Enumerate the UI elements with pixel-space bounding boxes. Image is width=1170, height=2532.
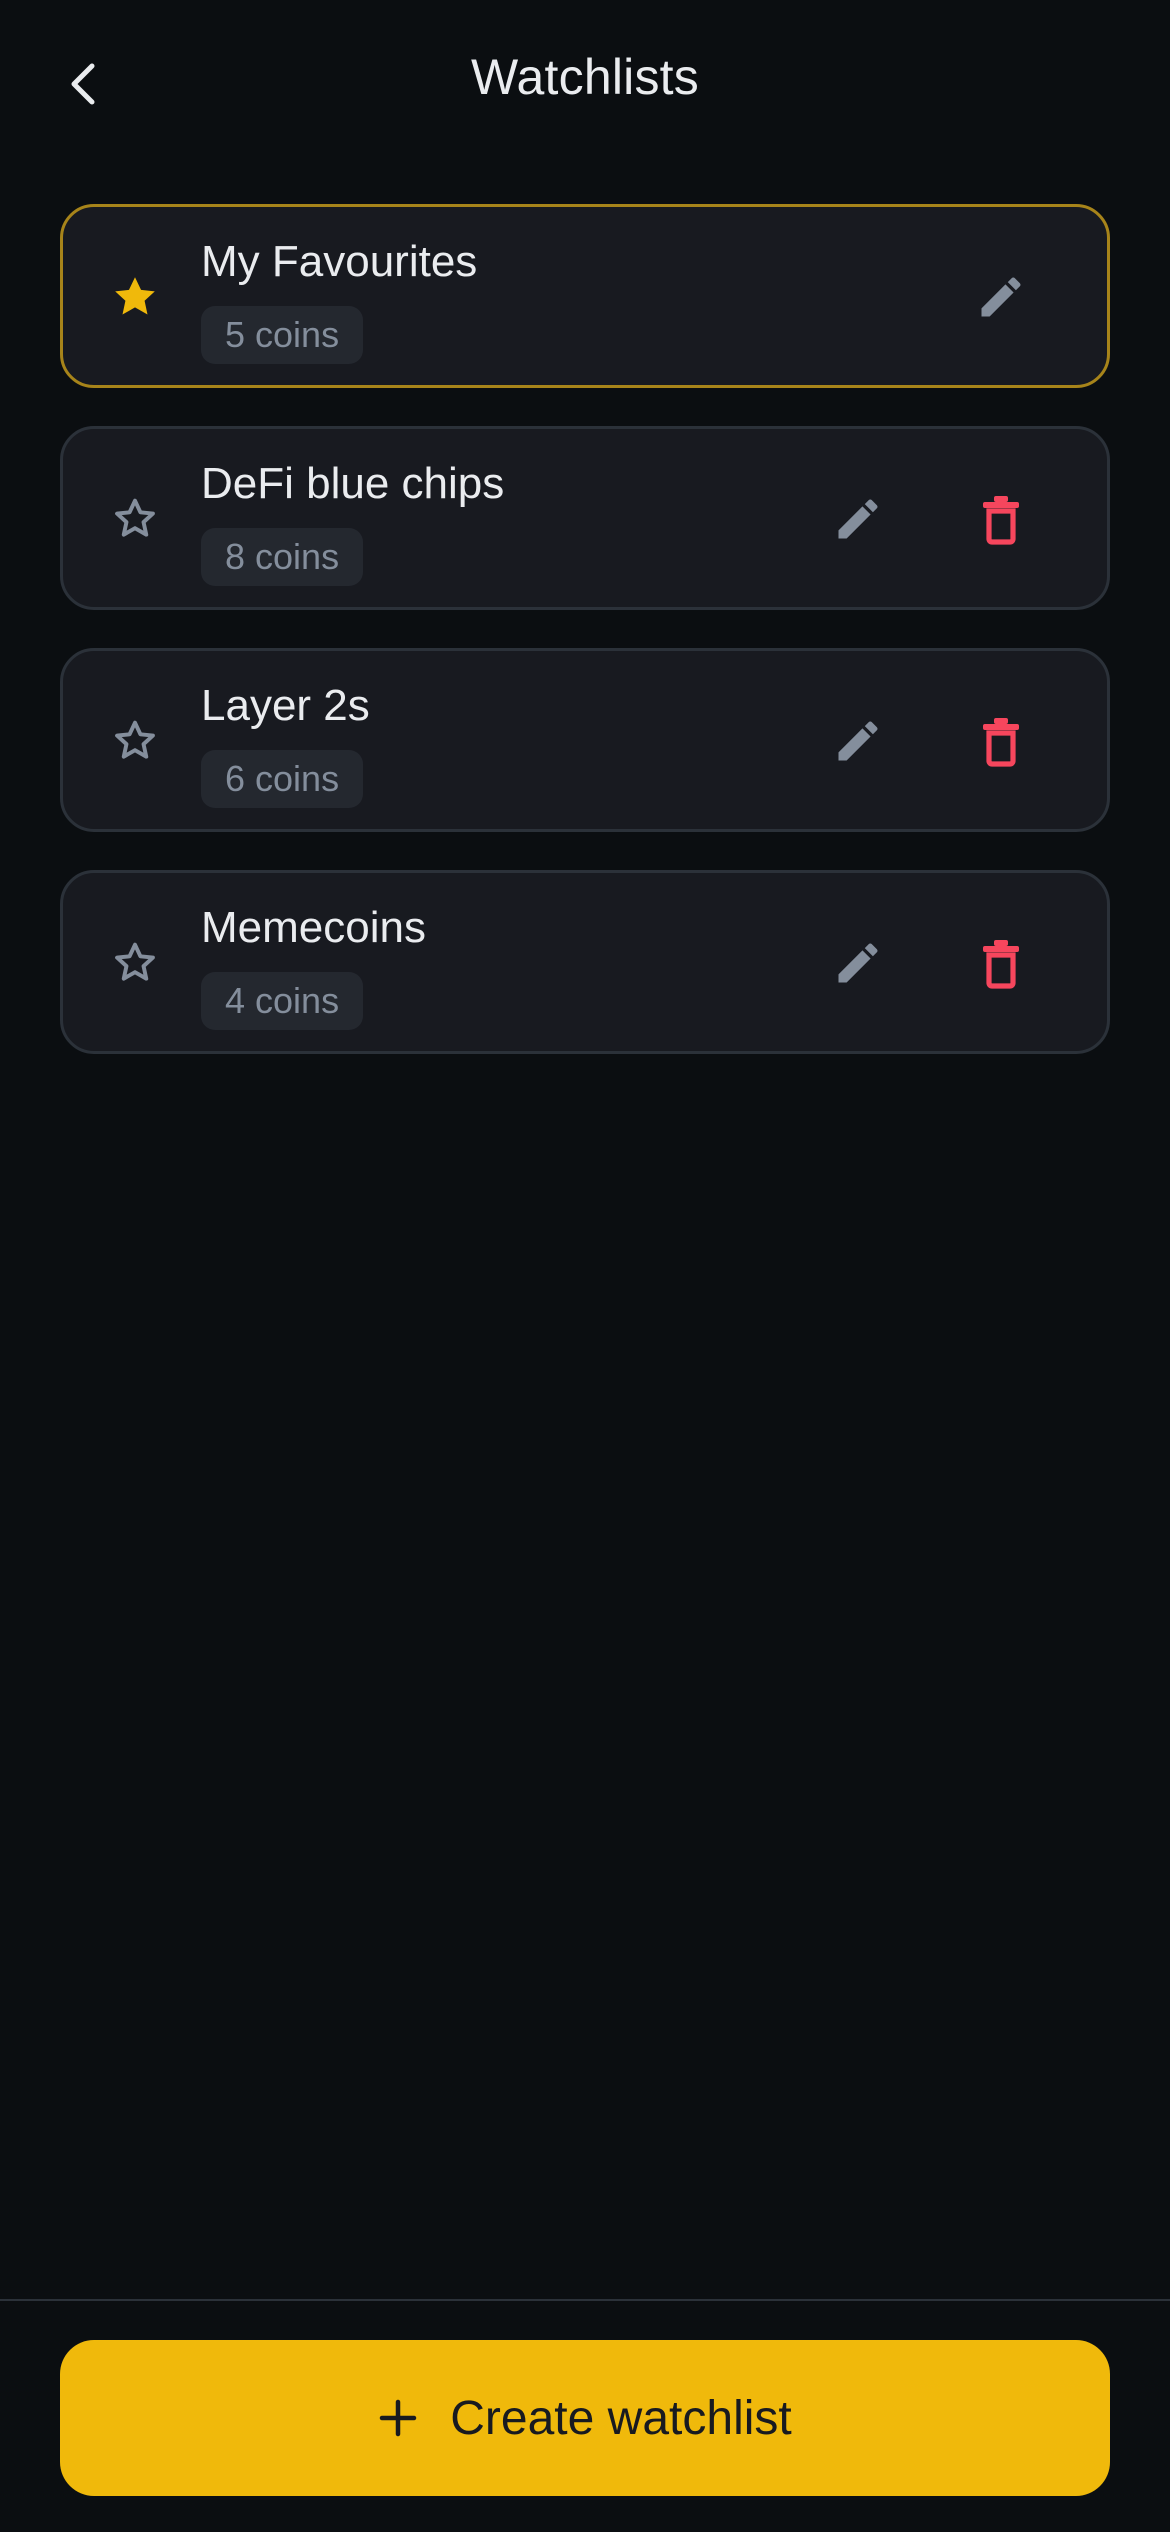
delete-button[interactable] bbox=[969, 709, 1033, 773]
watchlist-name: My Favourites bbox=[201, 237, 478, 286]
favorite-toggle[interactable] bbox=[103, 487, 167, 551]
watchlist-list: My Favourites 5 coins DeFi blue chips 8 … bbox=[60, 204, 1110, 1092]
pencil-icon bbox=[981, 277, 1021, 317]
watchlist-name: Memecoins bbox=[201, 903, 426, 952]
trash-icon bbox=[983, 496, 1019, 545]
favorite-toggle[interactable] bbox=[103, 931, 167, 995]
watchlist-card-defi-blue-chips[interactable]: DeFi blue chips 8 coins bbox=[60, 426, 1110, 610]
star-outline-icon bbox=[115, 942, 155, 981]
delete-button[interactable] bbox=[969, 931, 1033, 995]
star-filled-icon bbox=[115, 277, 155, 315]
coin-count-badge: 8 coins bbox=[201, 528, 364, 586]
trash-icon bbox=[983, 940, 1019, 989]
create-watchlist-button[interactable]: Create watchlist bbox=[60, 2340, 1110, 2496]
pencil-icon bbox=[838, 721, 878, 761]
delete-button[interactable] bbox=[969, 487, 1033, 551]
edit-button[interactable] bbox=[969, 265, 1033, 329]
coin-count-badge: 4 coins bbox=[201, 972, 364, 1030]
pencil-icon bbox=[838, 499, 878, 539]
page-title: Watchlists bbox=[471, 49, 699, 105]
star-outline-icon bbox=[115, 720, 155, 759]
favorite-toggle[interactable] bbox=[103, 709, 167, 773]
footer-divider bbox=[0, 2299, 1170, 2301]
pencil-icon bbox=[838, 943, 878, 983]
header: Watchlists bbox=[0, 0, 1170, 170]
plus-icon bbox=[378, 2398, 418, 2438]
edit-button[interactable] bbox=[826, 487, 890, 551]
star-outline-icon bbox=[115, 498, 155, 537]
watchlist-name: DeFi blue chips bbox=[201, 459, 505, 508]
coin-count-badge: 5 coins bbox=[201, 306, 364, 364]
watchlist-card-layer-2s[interactable]: Layer 2s 6 coins bbox=[60, 648, 1110, 832]
edit-button[interactable] bbox=[826, 931, 890, 995]
edit-button[interactable] bbox=[826, 709, 890, 773]
coin-count-badge: 6 coins bbox=[201, 750, 364, 808]
trash-icon bbox=[983, 718, 1019, 767]
watchlist-card-my-favourites[interactable]: My Favourites 5 coins bbox=[60, 204, 1110, 388]
watchlist-name: Layer 2s bbox=[201, 681, 370, 730]
watchlist-card-memecoins[interactable]: Memecoins 4 coins bbox=[60, 870, 1110, 1054]
favorite-toggle[interactable] bbox=[103, 265, 167, 329]
create-watchlist-label: Create watchlist bbox=[450, 2391, 792, 2445]
